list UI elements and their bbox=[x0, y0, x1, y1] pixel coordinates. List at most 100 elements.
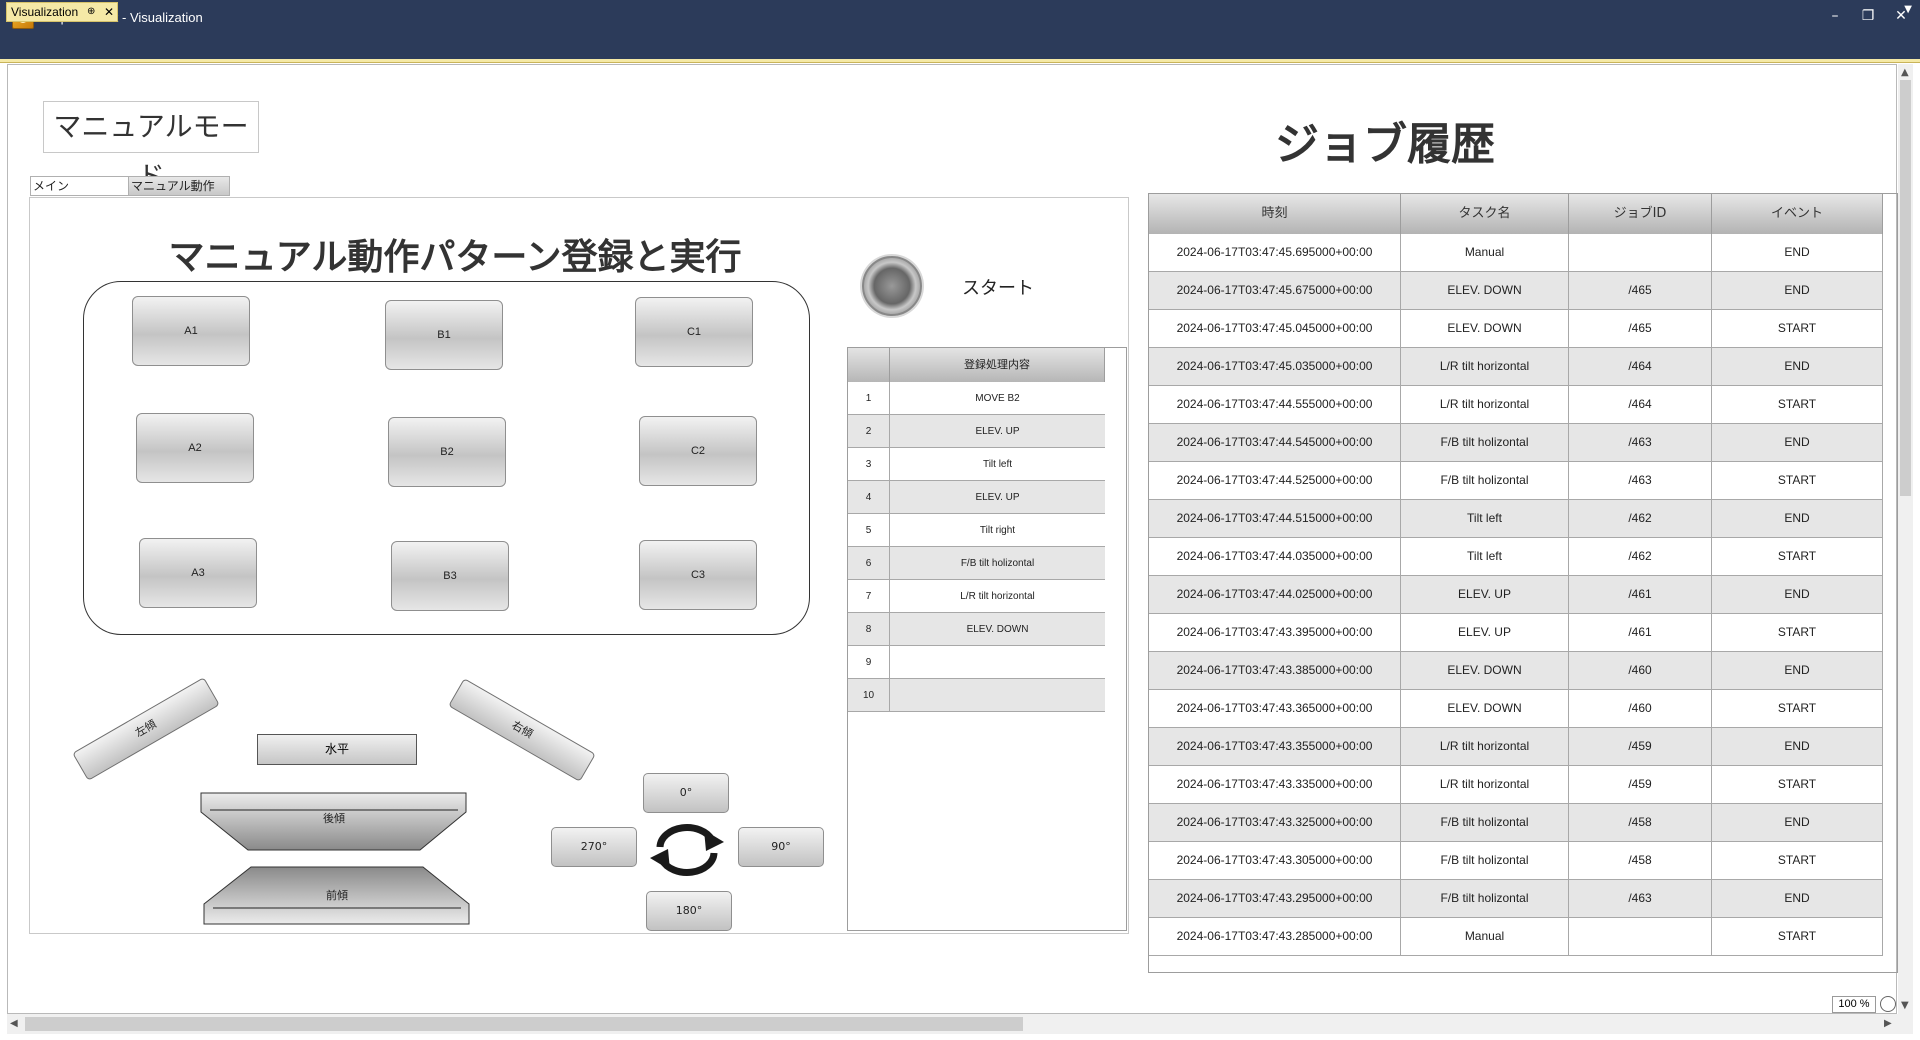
zoom-icon[interactable] bbox=[1880, 996, 1896, 1012]
cell-job-id: /458 bbox=[1569, 842, 1712, 879]
cell-event: START bbox=[1712, 310, 1883, 347]
close-tab-icon[interactable]: ✕ bbox=[104, 3, 114, 21]
cell-event: END bbox=[1712, 500, 1883, 537]
table-row[interactable]: 5 Tilt right bbox=[848, 514, 1105, 547]
rotate-270-button[interactable]: 270° bbox=[551, 827, 637, 867]
horizontal-button[interactable]: 水平 bbox=[257, 734, 417, 765]
table-row[interactable]: 2024-06-17T03:47:45.675000+00:00 ELEV. DO… bbox=[1149, 272, 1883, 310]
table-row[interactable]: 7 L/R tilt horizontal bbox=[848, 580, 1105, 613]
cell-time: 2024-06-17T03:47:44.035000+00:00 bbox=[1149, 538, 1401, 575]
row-content bbox=[890, 646, 1105, 679]
cell-task-name: Manual bbox=[1401, 234, 1569, 271]
cell-time: 2024-06-17T03:47:44.525000+00:00 bbox=[1149, 462, 1401, 499]
tab-visualization[interactable]: Visualization ⊕ ✕ bbox=[6, 2, 118, 22]
column-header-event[interactable]: イベント bbox=[1712, 194, 1883, 234]
row-number: 10 bbox=[848, 679, 890, 712]
table-row[interactable]: 3 Tilt left bbox=[848, 448, 1105, 481]
job-history-title: ジョブ履歴 bbox=[1275, 119, 1495, 170]
row-number: 8 bbox=[848, 613, 890, 646]
cell-event: END bbox=[1712, 272, 1883, 309]
table-row[interactable]: 10 bbox=[848, 679, 1105, 712]
tab-main[interactable]: メイン bbox=[30, 176, 130, 196]
cell-job-id: /464 bbox=[1569, 348, 1712, 385]
row-number: 4 bbox=[848, 481, 890, 514]
scroll-left-icon[interactable]: ◀ bbox=[10, 1018, 18, 1029]
position-button-b1[interactable]: B1 bbox=[385, 300, 503, 370]
table-row[interactable]: 9 bbox=[848, 646, 1105, 679]
table-row[interactable]: 2024-06-17T03:47:44.545000+00:00 F/B tilt… bbox=[1149, 424, 1883, 462]
cell-task-name: L/R tilt horizontal bbox=[1401, 766, 1569, 803]
table-row[interactable]: 2024-06-17T03:47:43.305000+00:00 F/B tilt… bbox=[1149, 842, 1883, 880]
position-button-c2[interactable]: C2 bbox=[639, 416, 757, 486]
scroll-up-icon[interactable]: ▲ bbox=[1901, 67, 1909, 78]
chevron-down-icon[interactable]: ▼ bbox=[1904, 4, 1912, 15]
start-button[interactable] bbox=[862, 256, 922, 316]
table-row[interactable]: 2024-06-17T03:47:43.335000+00:00 L/R tilt… bbox=[1149, 766, 1883, 804]
cell-event: END bbox=[1712, 576, 1883, 613]
table-row[interactable]: 2024-06-17T03:47:45.695000+00:00 Manual EN… bbox=[1149, 234, 1883, 272]
position-button-a2[interactable]: A2 bbox=[136, 413, 254, 483]
table-row[interactable]: 8 ELEV. DOWN bbox=[848, 613, 1105, 646]
row-content bbox=[890, 679, 1105, 712]
restore-button[interactable]: ❐ bbox=[1853, 4, 1883, 28]
cell-job-id: /462 bbox=[1569, 500, 1712, 537]
table-row[interactable]: 2024-06-17T03:47:43.355000+00:00 L/R tilt… bbox=[1149, 728, 1883, 766]
table-row[interactable]: 4 ELEV. UP bbox=[848, 481, 1105, 514]
table-row[interactable]: 2024-06-17T03:47:45.045000+00:00 ELEV. DO… bbox=[1149, 310, 1883, 348]
tab-manual-operation[interactable]: マニュアル動作 bbox=[128, 176, 230, 196]
position-button-a3[interactable]: A3 bbox=[139, 538, 257, 608]
position-button-c1[interactable]: C1 bbox=[635, 297, 753, 367]
table-row[interactable]: 2024-06-17T03:47:43.285000+00:00 Manual ST… bbox=[1149, 918, 1883, 956]
table-row[interactable]: 1 MOVE B2 bbox=[848, 382, 1105, 415]
position-button-c3[interactable]: C3 bbox=[639, 540, 757, 610]
table-row[interactable]: 2024-06-17T03:47:45.035000+00:00 L/R tilt… bbox=[1149, 348, 1883, 386]
row-number: 3 bbox=[848, 448, 890, 481]
table-row[interactable]: 2024-06-17T03:47:43.325000+00:00 F/B tilt… bbox=[1149, 804, 1883, 842]
table-row[interactable]: 2 ELEV. UP bbox=[848, 415, 1105, 448]
rotate-0-button[interactable]: 0° bbox=[643, 773, 729, 813]
rotate-180-button[interactable]: 180° bbox=[646, 891, 732, 931]
row-content: Tilt right bbox=[979, 525, 1016, 536]
zoom-level[interactable]: 100 % bbox=[1832, 996, 1876, 1013]
row-content: ELEV. UP bbox=[975, 492, 1020, 503]
pin-icon[interactable]: ⊕ bbox=[87, 3, 95, 21]
column-header-job-id[interactable]: ジョブID bbox=[1569, 194, 1712, 234]
column-header-time[interactable]: 時刻 bbox=[1149, 194, 1401, 234]
cell-task-name: Tilt left bbox=[1401, 500, 1569, 537]
mode-label: マニュアルモード bbox=[43, 101, 259, 193]
panel-title: マニュアル動作パターン登録と実行 bbox=[168, 237, 742, 278]
cell-event: END bbox=[1712, 348, 1883, 385]
cell-event: END bbox=[1712, 728, 1883, 765]
cell-event: START bbox=[1712, 690, 1883, 727]
horizontal-scroll-thumb[interactable] bbox=[25, 1017, 1023, 1031]
row-number: 5 bbox=[848, 514, 890, 547]
vertical-scroll-thumb[interactable] bbox=[1900, 80, 1911, 496]
position-button-b2[interactable]: B2 bbox=[388, 417, 506, 487]
cell-job-id: /460 bbox=[1569, 690, 1712, 727]
table-row[interactable]: 2024-06-17T03:47:44.525000+00:00 F/B tilt… bbox=[1149, 462, 1883, 500]
table-row[interactable]: 6 F/B tilt holizontal bbox=[848, 547, 1105, 580]
cell-time: 2024-06-17T03:47:45.035000+00:00 bbox=[1149, 348, 1401, 385]
table-row[interactable]: 2024-06-17T03:47:43.295000+00:00 F/B tilt… bbox=[1149, 880, 1883, 918]
cell-job-id: /463 bbox=[1569, 880, 1712, 917]
cell-task-name: F/B tilt holizontal bbox=[1401, 804, 1569, 841]
cell-task-name: ELEV. UP bbox=[1401, 614, 1569, 651]
table-row[interactable]: 2024-06-17T03:47:44.025000+00:00 ELEV. UP… bbox=[1149, 576, 1883, 614]
table-row[interactable]: 2024-06-17T03:47:43.385000+00:00 ELEV. DO… bbox=[1149, 652, 1883, 690]
rotate-90-button[interactable]: 90° bbox=[738, 827, 824, 867]
position-button-a1[interactable]: A1 bbox=[132, 296, 250, 366]
table-row[interactable]: 2024-06-17T03:47:43.395000+00:00 ELEV. UP… bbox=[1149, 614, 1883, 652]
table-row[interactable]: 2024-06-17T03:47:43.365000+00:00 ELEV. DO… bbox=[1149, 690, 1883, 728]
cell-job-id: /459 bbox=[1569, 728, 1712, 765]
minimize-button[interactable]: – bbox=[1820, 4, 1850, 28]
scroll-right-icon[interactable]: ▶ bbox=[1884, 1018, 1892, 1029]
table-row[interactable]: 2024-06-17T03:47:44.555000+00:00 L/R tilt… bbox=[1149, 386, 1883, 424]
table-row[interactable]: 2024-06-17T03:47:44.515000+00:00 Tilt lef… bbox=[1149, 500, 1883, 538]
table-row[interactable]: 2024-06-17T03:47:44.035000+00:00 Tilt lef… bbox=[1149, 538, 1883, 576]
cell-time: 2024-06-17T03:47:44.555000+00:00 bbox=[1149, 386, 1401, 423]
reg-header-number bbox=[848, 348, 890, 382]
scroll-down-icon[interactable]: ▼ bbox=[1901, 1000, 1909, 1011]
position-button-b3[interactable]: B3 bbox=[391, 541, 509, 611]
column-header-task-name[interactable]: タスク名 bbox=[1401, 194, 1569, 234]
cell-task-name: ELEV. DOWN bbox=[1401, 310, 1569, 347]
